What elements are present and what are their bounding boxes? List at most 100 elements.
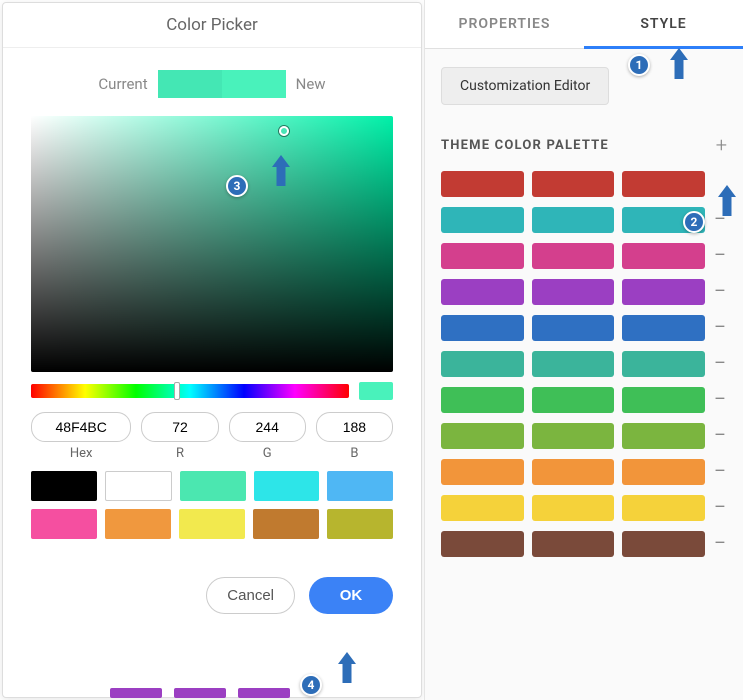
- preset-swatch[interactable]: [105, 471, 173, 501]
- color-picker-dialog: Color Picker Current New: [2, 2, 422, 698]
- theme-swatch[interactable]: [532, 315, 615, 341]
- theme-row: –: [441, 495, 727, 521]
- theme-row: –: [441, 531, 727, 557]
- hue-handle[interactable]: [174, 382, 180, 400]
- theme-row: –: [441, 387, 727, 413]
- customization-editor-button[interactable]: Customization Editor: [441, 67, 609, 105]
- theme-swatch[interactable]: [532, 351, 615, 377]
- theme-swatch[interactable]: [441, 351, 524, 377]
- theme-row: [441, 171, 727, 197]
- active-tab-underline: [584, 46, 743, 49]
- theme-swatch[interactable]: [532, 243, 615, 269]
- theme-swatch[interactable]: [441, 207, 524, 233]
- preset-swatch[interactable]: [31, 509, 97, 539]
- theme-swatch[interactable]: [441, 279, 524, 305]
- theme-row: –: [441, 243, 727, 269]
- bottom-strip: [110, 688, 290, 698]
- theme-swatch[interactable]: [441, 243, 524, 269]
- theme-swatch[interactable]: [532, 423, 615, 449]
- theme-swatch[interactable]: [441, 459, 524, 485]
- remove-theme-row-icon[interactable]: –: [713, 535, 727, 553]
- theme-swatch[interactable]: [532, 531, 615, 557]
- preset-swatch[interactable]: [180, 471, 246, 501]
- sv-handle[interactable]: [279, 126, 289, 136]
- theme-swatch[interactable]: [622, 171, 705, 197]
- g-input[interactable]: [229, 412, 306, 442]
- r-input[interactable]: [141, 412, 218, 442]
- preset-swatch[interactable]: [105, 509, 171, 539]
- remove-theme-row-icon[interactable]: –: [713, 247, 727, 265]
- theme-swatch[interactable]: [441, 495, 524, 521]
- theme-swatch[interactable]: [532, 459, 615, 485]
- current-new-row: Current New: [31, 70, 393, 98]
- current-swatch: [158, 70, 222, 98]
- remove-theme-row-icon[interactable]: –: [713, 355, 727, 373]
- annotation-marker-2: 2: [683, 211, 705, 233]
- theme-swatch[interactable]: [622, 315, 705, 341]
- theme-swatch[interactable]: [441, 315, 524, 341]
- current-label: Current: [98, 75, 147, 93]
- annotation-arrow-1: [670, 48, 688, 80]
- add-theme-color-icon[interactable]: +: [716, 133, 727, 157]
- theme-swatch[interactable]: [622, 495, 705, 521]
- preset-swatch[interactable]: [327, 471, 393, 501]
- theme-swatch[interactable]: [622, 351, 705, 377]
- tab-properties[interactable]: PROPERTIES: [425, 0, 584, 48]
- remove-theme-row-icon[interactable]: –: [713, 391, 727, 409]
- new-swatch: [222, 70, 286, 98]
- ok-button[interactable]: OK: [309, 577, 393, 614]
- theme-swatch[interactable]: [532, 387, 615, 413]
- theme-row: –: [441, 459, 727, 485]
- cancel-button[interactable]: Cancel: [206, 577, 295, 614]
- remove-theme-row-icon[interactable]: –: [713, 463, 727, 481]
- remove-theme-row-icon[interactable]: –: [713, 319, 727, 337]
- theme-swatch[interactable]: [622, 279, 705, 305]
- theme-row: –: [441, 351, 727, 377]
- theme-swatch[interactable]: [441, 423, 524, 449]
- theme-swatch[interactable]: [532, 171, 615, 197]
- theme-swatch[interactable]: [622, 531, 705, 557]
- r-label: R: [176, 446, 184, 461]
- theme-palette-title: THEME COLOR PALETTE: [441, 138, 609, 153]
- hex-input[interactable]: [31, 412, 131, 442]
- theme-swatch[interactable]: [441, 171, 524, 197]
- side-panel: PROPERTIES STYLE Customization Editor TH…: [424, 0, 743, 700]
- new-label: New: [296, 75, 326, 93]
- theme-swatch[interactable]: [622, 423, 705, 449]
- theme-row: –: [441, 279, 727, 305]
- annotation-marker-1: 1: [628, 54, 650, 76]
- bottom-strip-swatch: [174, 688, 226, 698]
- annotation-arrow-4: [338, 652, 356, 684]
- preview-swatch: [359, 382, 393, 400]
- theme-swatch[interactable]: [441, 387, 524, 413]
- saturation-value-area[interactable]: [31, 116, 393, 372]
- preset-swatch[interactable]: [31, 471, 97, 501]
- theme-swatch[interactable]: [532, 495, 615, 521]
- theme-row: –: [441, 423, 727, 449]
- preset-swatch[interactable]: [254, 471, 320, 501]
- theme-swatch[interactable]: [532, 279, 615, 305]
- tab-style[interactable]: STYLE: [584, 0, 743, 48]
- preset-palette: [31, 471, 393, 539]
- hue-slider[interactable]: [31, 384, 349, 398]
- theme-swatch[interactable]: [622, 459, 705, 485]
- theme-swatch[interactable]: [441, 531, 524, 557]
- theme-swatch[interactable]: [532, 207, 615, 233]
- preset-swatch[interactable]: [327, 509, 393, 539]
- dialog-title: Color Picker: [3, 3, 421, 48]
- theme-palette-list: ––––––––––: [441, 171, 727, 557]
- theme-row: –: [441, 315, 727, 341]
- preset-swatch[interactable]: [253, 509, 319, 539]
- annotation-arrow-2: [718, 185, 736, 217]
- remove-theme-row-icon[interactable]: –: [713, 283, 727, 301]
- annotation-marker-3: 3: [226, 175, 248, 197]
- remove-theme-row-icon[interactable]: –: [713, 427, 727, 445]
- theme-swatch[interactable]: [622, 387, 705, 413]
- hex-label: Hex: [70, 446, 93, 461]
- preset-swatch[interactable]: [179, 509, 245, 539]
- b-label: B: [350, 446, 358, 461]
- theme-swatch[interactable]: [622, 243, 705, 269]
- b-input[interactable]: [316, 412, 393, 442]
- g-label: G: [263, 446, 272, 461]
- remove-theme-row-icon[interactable]: –: [713, 499, 727, 517]
